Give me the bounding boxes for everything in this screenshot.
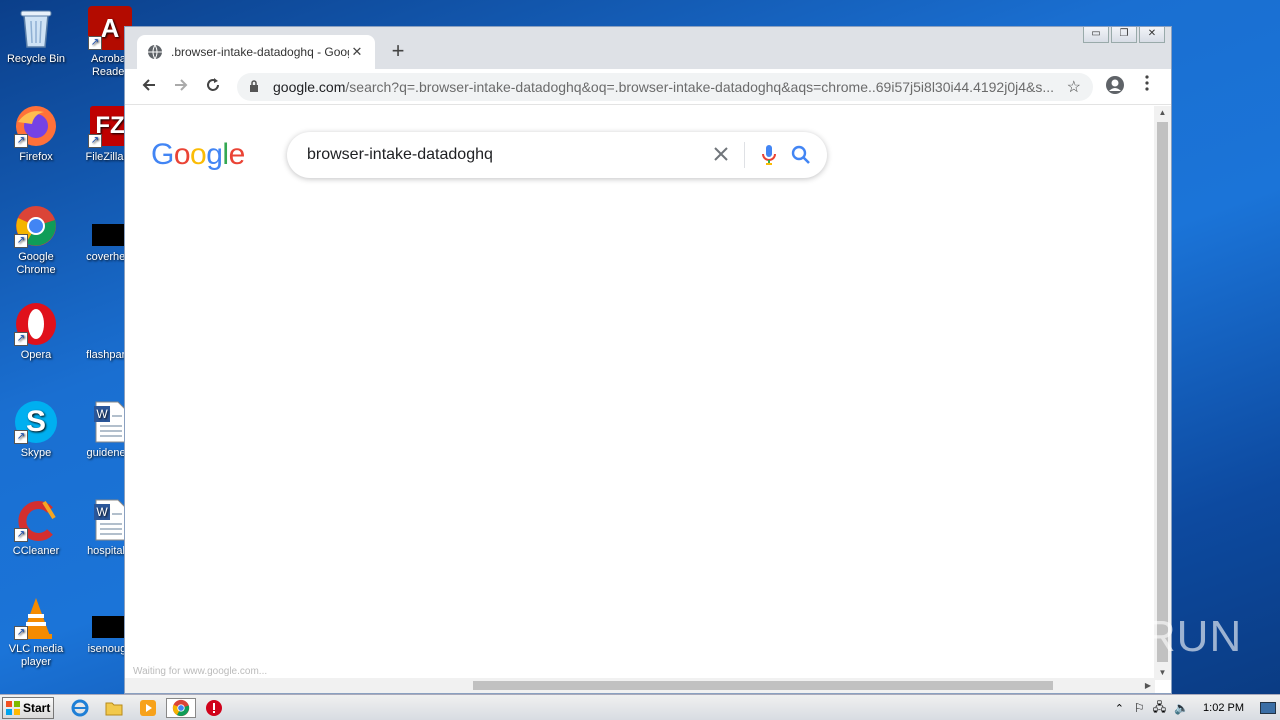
- firefox-icon: ↗: [14, 104, 58, 148]
- search-input[interactable]: browser-intake-datadoghq: [307, 146, 706, 164]
- globe-icon: [148, 44, 162, 60]
- show-desktop-icon[interactable]: [1260, 702, 1276, 714]
- back-arrow-icon: [142, 79, 155, 91]
- show-hidden-icons-icon[interactable]: ⌃: [1115, 702, 1124, 715]
- google-logo-letter: g: [206, 138, 223, 171]
- chrome-icon: [172, 699, 190, 717]
- back-button[interactable]: [137, 75, 161, 99]
- account-icon: [1106, 76, 1124, 94]
- google-logo-text: Google: [151, 138, 245, 171]
- windows-logo-icon: [6, 701, 20, 715]
- start-label: Start: [23, 701, 51, 715]
- google-logo-letter: o: [173, 138, 191, 171]
- ccleaner-icon: ↗: [14, 498, 58, 542]
- shortcut-arrow-icon: ↗: [88, 36, 102, 50]
- search-icon[interactable]: [785, 139, 817, 171]
- desktop-icon-ccleaner[interactable]: ↗ CCleaner: [0, 498, 72, 558]
- address-bar[interactable]: google.com/search?q=.browser-intake-data…: [237, 73, 1093, 101]
- media-player-icon[interactable]: [138, 698, 158, 718]
- desktop-icon-label: Firefox: [19, 151, 53, 163]
- forward-button[interactable]: [169, 75, 193, 99]
- url-path: /search?q=.browser-intake-datadoghq&oq=.…: [345, 79, 1055, 95]
- desktop-icon-skype[interactable]: S ↗ Skype: [0, 400, 72, 460]
- shortcut-arrow-icon: ↗: [14, 626, 28, 640]
- vertical-scrollbar[interactable]: ▲ ▼: [1154, 106, 1171, 680]
- reload-icon: [207, 78, 219, 91]
- reload-button[interactable]: [201, 75, 225, 99]
- action-center-flag-icon[interactable]: ⚐: [1134, 701, 1145, 715]
- bookmark-star-icon[interactable]: ☆: [1067, 77, 1081, 97]
- forward-arrow-icon: [175, 79, 188, 91]
- shortcut-arrow-icon: ↗: [14, 134, 28, 148]
- vlc-icon: ↗: [14, 596, 58, 640]
- internet-explorer-icon[interactable]: [70, 698, 90, 718]
- desktop-icon-label: Skype: [20, 447, 52, 459]
- menu-button[interactable]: [1135, 75, 1159, 99]
- microphone-icon[interactable]: [753, 139, 785, 171]
- recycle-bin-icon: [14, 6, 58, 50]
- shortcut-arrow-icon: ↗: [14, 234, 28, 248]
- scroll-right-icon[interactable]: ▶: [1141, 678, 1155, 693]
- scrollbar-thumb[interactable]: [1157, 122, 1168, 662]
- close-tab-icon[interactable]: ✕: [349, 44, 365, 60]
- system-tray: ⌃ ⚐ 🖧 🔈 1:02 PM: [1115, 695, 1280, 720]
- skype-icon: S ↗: [14, 400, 58, 444]
- tab-title: .browser-intake-datadoghq - Google: [171, 45, 349, 59]
- desktop-icon-chrome[interactable]: ↗ Google Chrome: [0, 204, 72, 277]
- minimize-button[interactable]: ▭: [1083, 27, 1109, 43]
- google-logo-letter: G: [151, 138, 174, 171]
- profile-button[interactable]: [1103, 75, 1127, 99]
- divider: [744, 142, 745, 168]
- google-logo-letter: e: [228, 138, 246, 171]
- tab-strip: .browser-intake-datadoghq - Google ✕ + ▭…: [125, 27, 1171, 69]
- desktop-icon-firefox[interactable]: ↗ Firefox: [0, 104, 72, 164]
- window-controls: ▭ ❐ ✕: [1083, 27, 1165, 43]
- security-app-icon[interactable]: [204, 698, 224, 718]
- lock-icon: [249, 79, 263, 95]
- shortcut-arrow-icon: ↗: [88, 134, 102, 148]
- start-button[interactable]: Start: [2, 697, 54, 719]
- desktop-icon-recycle-bin[interactable]: Recycle Bin: [0, 6, 72, 66]
- new-tab-button[interactable]: +: [387, 40, 409, 62]
- desktop-icon-label: Recycle Bin: [6, 53, 66, 65]
- network-icon[interactable]: 🖧: [1153, 698, 1166, 719]
- horizontal-scrollbar[interactable]: ▶: [125, 678, 1155, 693]
- desktop-icon-label: CCleaner: [12, 545, 60, 557]
- search-box[interactable]: browser-intake-datadoghq: [287, 132, 827, 178]
- taskbar: Start ⌃ ⚐ 🖧 🔈 1:02 PM: [0, 694, 1280, 720]
- shortcut-arrow-icon: ↗: [14, 332, 28, 346]
- file-explorer-icon[interactable]: [104, 698, 124, 718]
- page-content: Google browser-intake-datadoghq Waiting …: [125, 106, 1155, 680]
- shortcut-arrow-icon: ↗: [14, 430, 28, 444]
- browser-toolbar: google.com/search?q=.browser-intake-data…: [125, 69, 1171, 105]
- clear-search-icon[interactable]: [706, 142, 736, 168]
- desktop-icon-label: VLC media player: [8, 643, 64, 668]
- chrome-icon: ↗: [14, 204, 58, 248]
- shortcut-arrow-icon: ↗: [14, 528, 28, 542]
- restore-button[interactable]: ❐: [1111, 27, 1137, 43]
- close-window-button[interactable]: ✕: [1139, 27, 1165, 43]
- desktop-icon-label: Opera: [20, 349, 52, 361]
- url-text: google.com/search?q=.browser-intake-data…: [273, 79, 1055, 95]
- google-logo[interactable]: Google: [151, 138, 245, 172]
- scrollbar-thumb[interactable]: [473, 681, 1053, 690]
- svg-text:W: W: [96, 505, 108, 519]
- desktop-icon-label: Google Chrome: [16, 251, 56, 276]
- scroll-down-icon[interactable]: ▼: [1154, 666, 1171, 680]
- tab-google-search[interactable]: .browser-intake-datadoghq - Google ✕: [137, 35, 375, 69]
- browser-window: .browser-intake-datadoghq - Google ✕ + ▭…: [124, 26, 1172, 694]
- volume-icon[interactable]: 🔈: [1174, 701, 1189, 715]
- desktop-icon-vlc[interactable]: ↗ VLC media player: [0, 596, 72, 669]
- watermark: ANY RUN: [1038, 612, 1243, 661]
- url-host: google.com: [273, 79, 346, 95]
- desktop-icon-opera[interactable]: ↗ Opera: [0, 302, 72, 362]
- chrome-taskbar-button[interactable]: [166, 698, 196, 718]
- google-logo-letter: o: [190, 138, 207, 171]
- scroll-up-icon[interactable]: ▲: [1154, 106, 1171, 120]
- opera-icon: ↗: [14, 302, 58, 346]
- kebab-menu-icon: [1145, 75, 1149, 91]
- clock[interactable]: 1:02 PM: [1203, 702, 1244, 714]
- svg-text:W: W: [96, 407, 108, 421]
